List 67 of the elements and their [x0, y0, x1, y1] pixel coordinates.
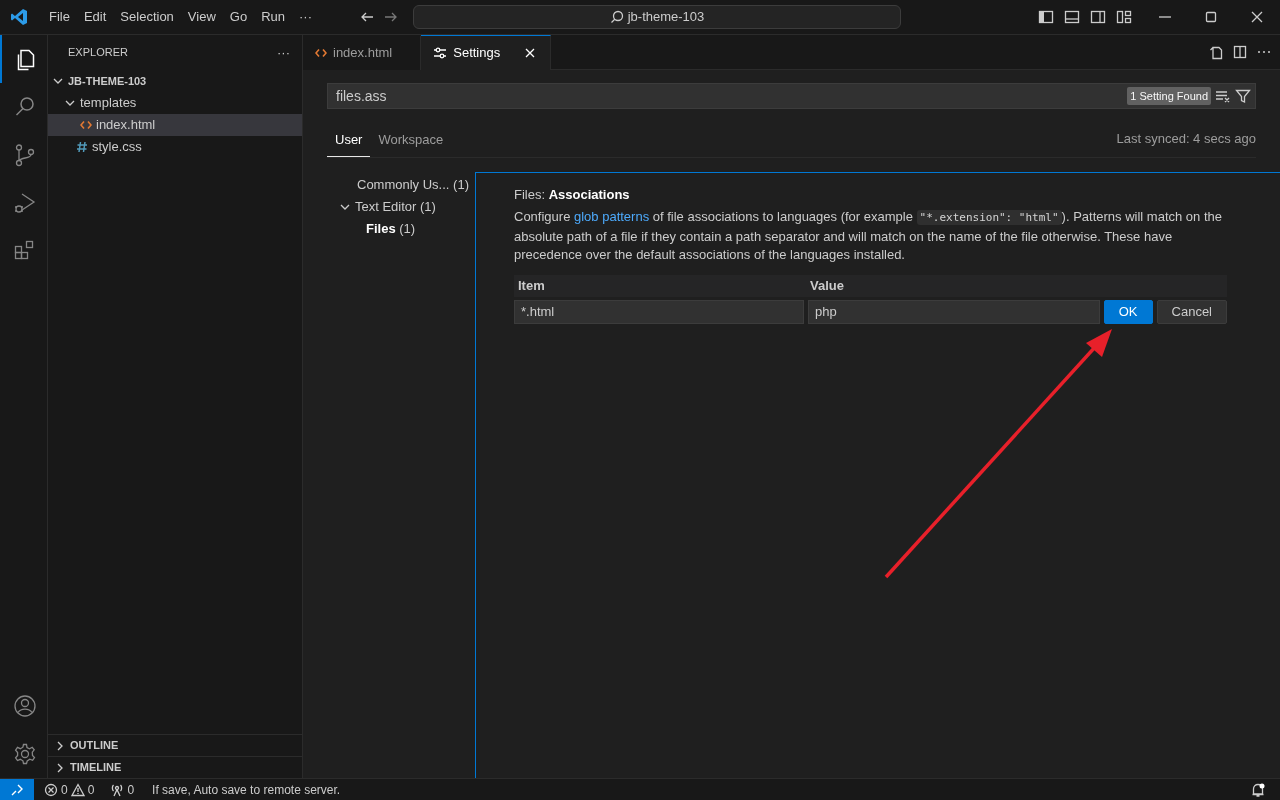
setting-title: Files: Associations [514, 185, 631, 204]
ports-count[interactable]: 0 [127, 780, 135, 799]
close-icon[interactable] [1249, 9, 1265, 25]
toggle-primary-sidebar-icon[interactable] [1038, 9, 1054, 25]
sliders-icon [433, 46, 448, 60]
warning-icon[interactable] [70, 782, 85, 797]
settings-search-field[interactable]: files.ass [334, 84, 1128, 108]
hash-file-icon [76, 141, 88, 153]
tree-item[interactable]: JB-THEME-103 [48, 70, 302, 92]
error-icon[interactable] [44, 782, 58, 797]
menu-item[interactable]: View [180, 7, 223, 27]
search-bar[interactable]: files.ass 1 Setting Found [327, 83, 1256, 109]
notification-bell-icon[interactable] [1250, 781, 1266, 798]
tree-item[interactable]: style.css [48, 136, 302, 158]
editor-tab[interactable]: Settings [421, 35, 552, 70]
menu-item[interactable]: Selection [113, 7, 181, 27]
sync-status: Last synced: 4 secs ago [1116, 130, 1256, 148]
error-count[interactable]: 0 [61, 780, 68, 799]
menu-item[interactable]: Run [254, 7, 292, 27]
code-file-icon [80, 119, 92, 131]
split-editor-icon[interactable] [1232, 44, 1248, 60]
value-field[interactable]: php [808, 299, 1100, 324]
code-file-icon [315, 47, 327, 59]
logo-icon [10, 8, 28, 26]
warning-count[interactable]: 0 [87, 780, 95, 799]
remote-icon[interactable] [10, 782, 24, 797]
maximize-icon[interactable] [1203, 9, 1219, 25]
ok-button[interactable]: OK [1103, 299, 1153, 324]
column-header: Value [809, 276, 844, 295]
section-header[interactable]: TIMELINE [70, 759, 122, 776]
scope-tab[interactable]: Workspace [370, 124, 452, 157]
command-center[interactable]: jb-theme-103 [413, 5, 901, 29]
command-center-text: jb-theme-103 [627, 8, 705, 27]
column-header: Item [517, 276, 546, 295]
toc-item[interactable]: Commonly Us... (1) [357, 174, 469, 195]
toc-item[interactable]: Text Editor (1) [355, 196, 436, 217]
toc-item[interactable]: Files (1) [366, 218, 416, 239]
section-header[interactable]: OUTLINE [70, 737, 119, 754]
toggle-panel-icon[interactable] [1064, 9, 1080, 25]
tree-item[interactable]: index.html [48, 114, 302, 136]
antenna-icon[interactable] [110, 782, 125, 797]
item-field[interactable]: *.html [514, 299, 804, 324]
open-file-icon[interactable] [1208, 44, 1224, 60]
filter-icon[interactable] [1235, 88, 1251, 104]
scope-tab[interactable]: User [327, 124, 371, 157]
tree-item[interactable]: templates [48, 92, 302, 114]
toggle-secondary-sidebar-icon[interactable] [1090, 9, 1106, 25]
customize-layout-icon[interactable] [1116, 9, 1132, 25]
menu-item[interactable]: Go [222, 7, 255, 27]
tree-item-label: index.html [96, 116, 156, 135]
clear-filter-icon[interactable] [1215, 88, 1231, 104]
cancel-button[interactable]: Cancel [1156, 299, 1227, 324]
menu-item[interactable]: ··· [292, 7, 319, 27]
more-actions-button[interactable]: ··· [277, 42, 290, 63]
tree-item-label: templates [80, 94, 137, 113]
result-count-badge: 1 Setting Found [1127, 86, 1211, 106]
menu-item[interactable]: File [42, 7, 77, 27]
setting-description: Configure glob patterns of file associations to languages (for example "*.extension": "html" ). Patterns will match on the absolute path of a file if they contain a path separator and will match on the name of the file otherwise. These have precedence over the default associations of the languages installed. [514, 208, 1223, 264]
tree-item-label: JB-THEME-103 [68, 73, 147, 89]
status-message: If save, Auto save to remote server. [152, 781, 341, 799]
tree-item-label: style.css [92, 138, 142, 157]
remote-button[interactable] [0, 778, 34, 800]
menu-item[interactable]: Edit [76, 7, 114, 27]
glob-patterns-link[interactable]: glob patterns [574, 209, 650, 224]
search-icon [609, 10, 624, 24]
editor-tab[interactable]: index.html [303, 35, 422, 70]
explorer-title: EXPLORER [68, 45, 128, 61]
